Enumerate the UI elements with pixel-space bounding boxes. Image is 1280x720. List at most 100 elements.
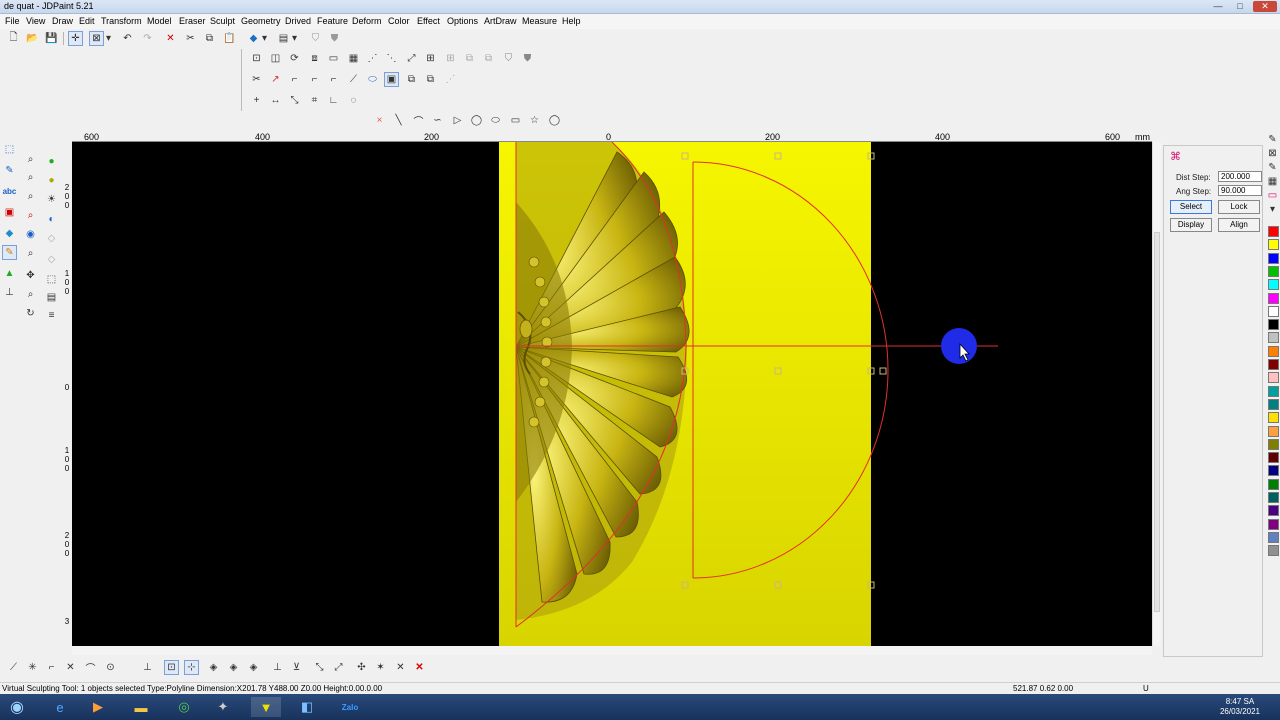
color-swatch[interactable] — [1268, 345, 1279, 357]
color-swatch[interactable] — [1268, 478, 1279, 490]
menu-deform[interactable]: Deform — [352, 16, 382, 26]
star-icon[interactable]: ☆ — [527, 113, 542, 128]
color-swatch[interactable] — [1268, 265, 1279, 277]
redo-icon[interactable]: ↷ — [140, 31, 155, 46]
color-swatch[interactable] — [1268, 332, 1279, 344]
app-icon[interactable]: ✦ — [211, 697, 235, 717]
start-button-icon[interactable]: ◉ — [5, 697, 29, 717]
menu-measure[interactable]: Measure — [522, 16, 557, 26]
snap-point-icon[interactable]: ⊡ — [164, 660, 179, 675]
point-icon[interactable]: × — [372, 113, 387, 128]
maximize-button[interactable]: □ — [1230, 1, 1250, 12]
snap-x-icon[interactable]: ✕ — [393, 660, 408, 675]
snap-center-icon[interactable]: ⊙ — [103, 660, 118, 675]
box-icon[interactable]: ⬚ — [44, 272, 59, 287]
snap-ortho-icon[interactable]: ⊥ — [270, 660, 285, 675]
zoom-in-icon[interactable]: ⌕ — [23, 170, 38, 185]
pan-icon[interactable]: ✥ — [23, 268, 38, 283]
media-player-icon[interactable]: ▶ — [86, 697, 110, 717]
menu-view[interactable]: View — [26, 16, 45, 26]
shading-icon[interactable]: ◐ — [44, 212, 59, 227]
color-swatch[interactable] — [1268, 319, 1279, 331]
snap-perp-icon[interactable]: ⊥ — [140, 660, 155, 675]
measure-tool-icon[interactable]: ⊥ — [2, 285, 17, 300]
shield-filled-icon[interactable]: ⛊ — [327, 31, 342, 46]
snap-diamond3-icon[interactable]: ◈ — [246, 660, 261, 675]
smooth-icon[interactable]: ⋰ — [443, 72, 458, 87]
virtual-sculpt-icon[interactable]: ✎ — [2, 245, 17, 260]
copy-array-icon[interactable]: ▭ — [326, 51, 341, 66]
arc-icon[interactable]: ⌒ — [411, 113, 426, 128]
polyline-icon[interactable]: ▷ — [450, 113, 465, 128]
grid-icon[interactable]: ⊞ — [423, 51, 438, 66]
jdpaint-taskbar-icon[interactable]: ▼ — [251, 697, 281, 717]
multi-copy-icon[interactable]: ⧉ — [462, 51, 477, 66]
snap-star-icon[interactable]: ✶ — [373, 660, 388, 675]
select-tool-icon[interactable]: ⬚ — [2, 142, 17, 157]
layer-tool-icon[interactable]: ▣ — [2, 205, 17, 220]
mirror-icon[interactable]: ◫ — [268, 51, 283, 66]
menu-edit[interactable]: Edit — [79, 16, 95, 26]
color-tool-icon[interactable]: ▲ — [2, 266, 17, 281]
color-swatch[interactable] — [1268, 465, 1279, 477]
chevron-down-icon[interactable]: ▾ — [260, 31, 269, 46]
color-swatch[interactable] — [1268, 452, 1279, 464]
internet-explorer-icon[interactable]: e — [48, 697, 72, 717]
snap-cross-icon[interactable]: ✣ — [354, 660, 369, 675]
system-clock[interactable]: 8:47 SA 26/03/2021 — [1220, 697, 1260, 717]
array-icon[interactable]: ⧈ — [307, 51, 322, 66]
snap-angle-icon[interactable]: ⊻ — [289, 660, 304, 675]
menu-transform[interactable]: Transform — [101, 16, 142, 26]
color-swatch[interactable] — [1268, 359, 1279, 370]
snap-diamond-icon[interactable]: ◈ — [206, 660, 221, 675]
copy-icon[interactable]: ⧉ — [202, 31, 217, 46]
menu-file[interactable]: File — [5, 16, 20, 26]
viewport-canvas[interactable] — [72, 142, 1152, 646]
brush-icon[interactable]: ✎ — [1266, 161, 1279, 174]
zalo-icon[interactable]: Zalo — [338, 697, 362, 717]
disabled-tool-icon[interactable]: ◇ — [44, 231, 59, 246]
chamfer-icon[interactable]: ⌐ — [326, 72, 341, 87]
pen-icon[interactable]: ✎ — [1266, 133, 1279, 146]
color-swatch[interactable] — [1268, 226, 1279, 237]
cut-icon[interactable]: ✂ — [183, 31, 198, 46]
table-icon[interactable]: ▤ — [44, 290, 59, 305]
snap-cursor2-icon[interactable]: ⤢ — [331, 660, 346, 675]
color-swatch[interactable] — [1268, 385, 1279, 397]
snap-line-icon[interactable]: ⟋ — [6, 660, 21, 675]
menu-effect[interactable]: Effect — [417, 16, 440, 26]
menu-options[interactable]: Options — [447, 16, 478, 26]
shield-filled-icon[interactable]: ⛊ — [520, 51, 535, 66]
menu-eraser[interactable]: Eraser — [179, 16, 206, 26]
close-box-icon[interactable]: ⊠ — [1266, 147, 1279, 160]
save-icon[interactable]: 💾 — [44, 31, 59, 46]
chevron-down-icon[interactable]: ▾ — [1266, 203, 1279, 216]
join-icon[interactable]: ⧉ — [404, 72, 419, 87]
zoom-prev-icon[interactable]: ⌕ — [23, 246, 38, 261]
menu-model[interactable]: Model — [147, 16, 172, 26]
color-swatch[interactable] — [1268, 545, 1279, 557]
select-button[interactable]: Select — [1170, 200, 1212, 214]
snap-cursor-icon[interactable]: ⤡ — [312, 660, 327, 675]
snap-intersection-icon[interactable]: ✕ — [63, 660, 78, 675]
paste-icon[interactable]: 📋 — [222, 31, 237, 46]
chrome-icon[interactable]: ◎ — [172, 697, 196, 717]
rectangle-icon[interactable]: ▭ — [508, 113, 523, 128]
color-swatch[interactable] — [1268, 372, 1279, 384]
sculpt-tool-icon[interactable]: ◆ — [2, 226, 17, 241]
color-swatch[interactable] — [1268, 531, 1279, 543]
color-swatch[interactable] — [1268, 239, 1279, 251]
disabled-tool-icon[interactable]: ◇ — [44, 252, 59, 267]
horizontal-scrollbar[interactable] — [72, 646, 1152, 655]
text-tool-icon[interactable]: abc — [2, 184, 17, 199]
menu-geometry[interactable]: Geometry — [241, 16, 281, 26]
view-3d-icon[interactable]: ◉ — [23, 227, 38, 242]
menu-help[interactable]: Help — [562, 16, 581, 26]
line-icon[interactable]: ╲ — [391, 113, 406, 128]
snap-mid-icon[interactable]: ⊹ — [184, 660, 199, 675]
render-icon[interactable]: ◆ — [246, 31, 261, 46]
polygon-icon[interactable]: ◯ — [547, 113, 562, 128]
group-icon[interactable]: ⧉ — [481, 51, 496, 66]
light-bulb-icon[interactable]: ● — [44, 173, 59, 188]
color-swatch[interactable] — [1268, 492, 1279, 503]
